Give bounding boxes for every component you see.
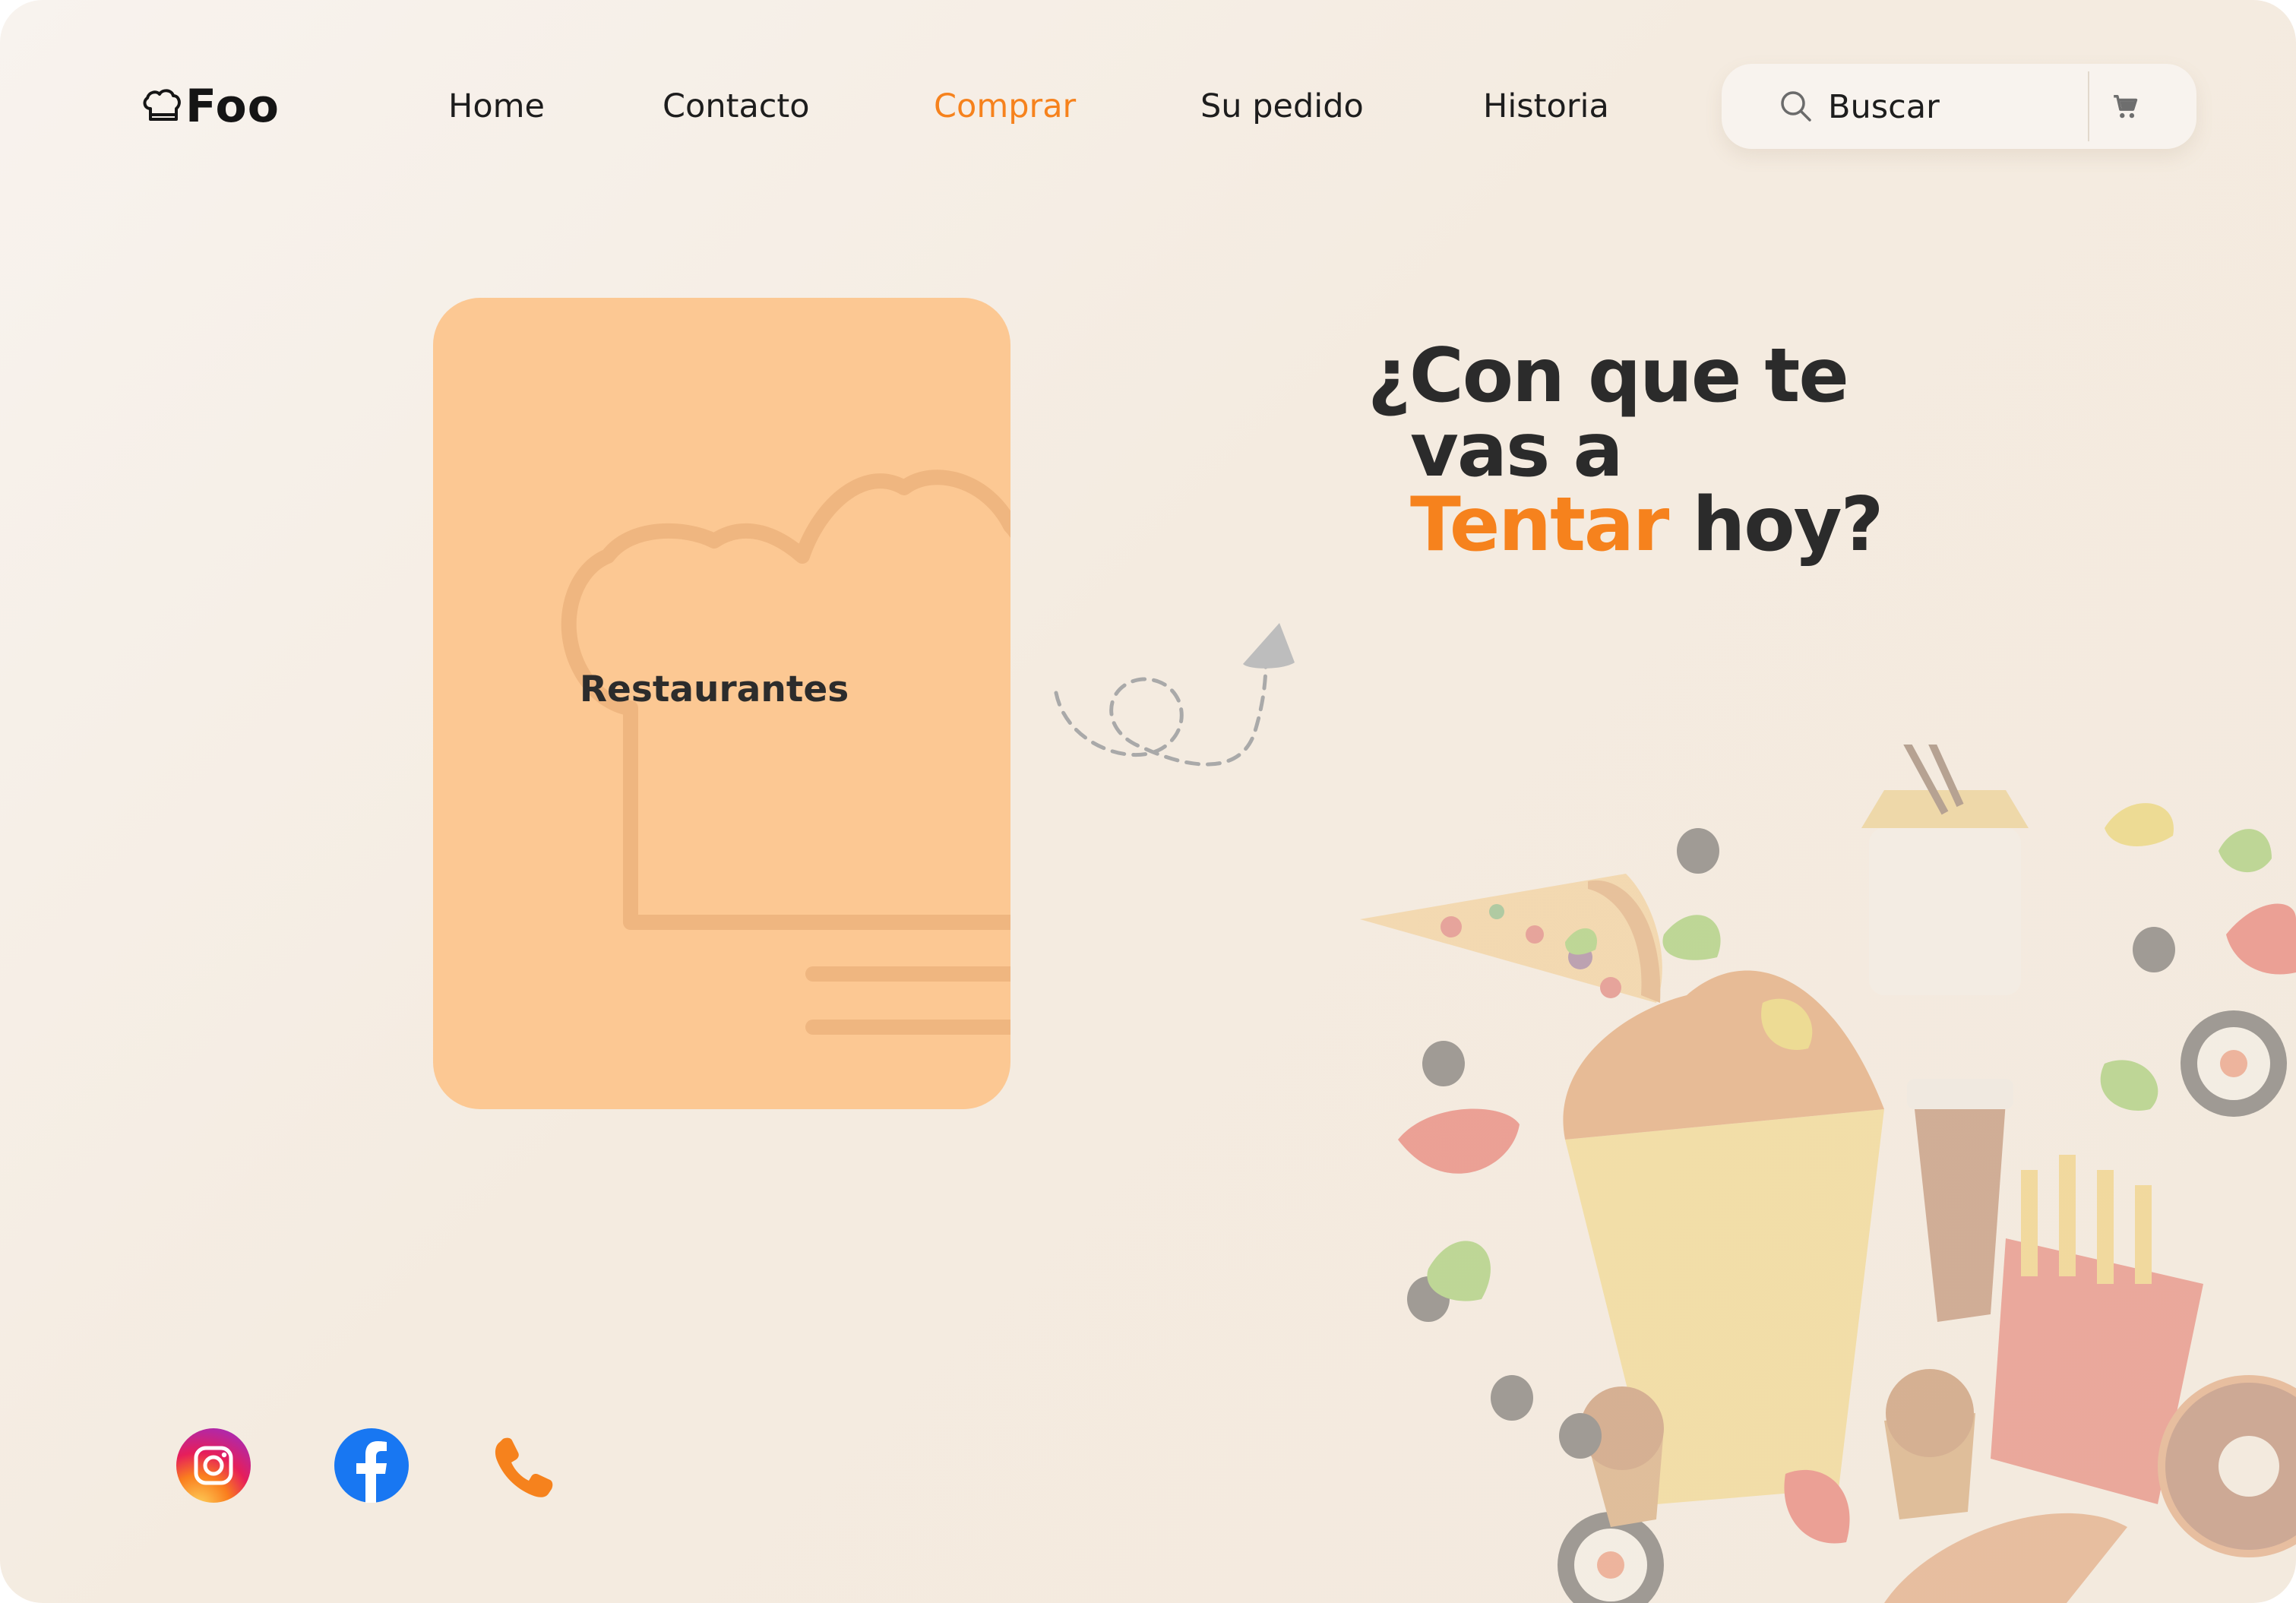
- nav-home[interactable]: Home: [448, 80, 545, 133]
- headline-line-2: vas a: [1410, 407, 1624, 494]
- dashed-arrow-decoration: [1054, 623, 1295, 767]
- page-frame: Foo Home Contacto Comprar Su pedido Hist…: [0, 0, 2296, 1603]
- card-label: Restaurantes: [579, 669, 849, 710]
- pizza-slice: [1360, 874, 1662, 1003]
- headline-line-1: ¿Con que te: [1368, 333, 1849, 419]
- phone-icon[interactable]: [486, 1428, 561, 1503]
- search-divider: [2088, 71, 2089, 141]
- coffee-cup: [1907, 1079, 2013, 1322]
- headline-line-3: Tentar hoy?: [1410, 488, 1883, 562]
- search-bar: [1722, 64, 2196, 149]
- nav-historia[interactable]: Historia: [1483, 80, 1609, 133]
- logo[interactable]: Foo: [141, 76, 280, 137]
- search-input[interactable]: [1826, 85, 2057, 129]
- logo-text: Foo: [185, 80, 280, 133]
- nav-su-pedido[interactable]: Su pedido: [1200, 80, 1364, 133]
- search-icon[interactable]: [1779, 90, 1813, 123]
- headline-accent-word: Tentar: [1410, 482, 1669, 568]
- cart-icon[interactable]: [2111, 93, 2140, 122]
- chef-hat-icon: [141, 86, 182, 127]
- facebook-icon[interactable]: [334, 1428, 409, 1503]
- food-illustration: [1360, 745, 2296, 1603]
- nav-comprar[interactable]: Comprar: [934, 80, 1076, 133]
- nav-contacto[interactable]: Contacto: [663, 80, 810, 133]
- restaurantes-card[interactable]: Restaurantes: [433, 298, 1010, 1109]
- instagram-icon[interactable]: [176, 1428, 251, 1503]
- noodle-box: [1861, 745, 2029, 995]
- headline-line-3-rest: hoy?: [1692, 482, 1884, 568]
